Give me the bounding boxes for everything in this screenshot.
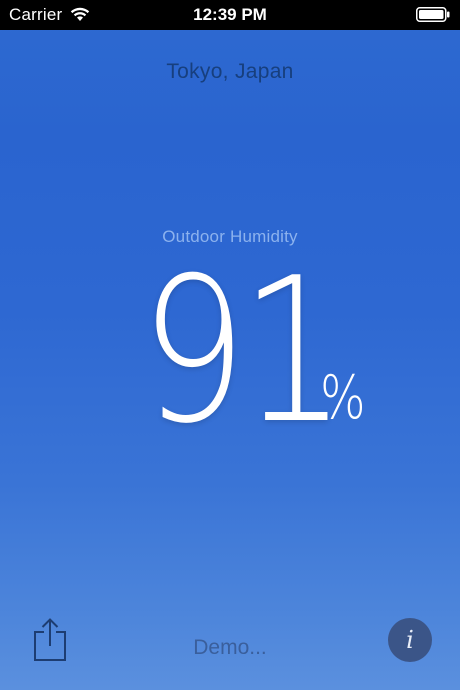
- humidity-value: 91: [140, 235, 347, 468]
- humidity-screen: Carrier 12:39 PM Tokyo, Japan Outdoor Hu…: [0, 0, 460, 690]
- status-bar: Carrier 12:39 PM: [0, 0, 460, 30]
- info-button[interactable]: i: [388, 618, 432, 662]
- battery-icon: [416, 7, 450, 22]
- location-label: Tokyo, Japan: [166, 60, 294, 83]
- humidity-unit: %: [320, 363, 366, 433]
- clock-label: 12:39 PM: [193, 5, 267, 24]
